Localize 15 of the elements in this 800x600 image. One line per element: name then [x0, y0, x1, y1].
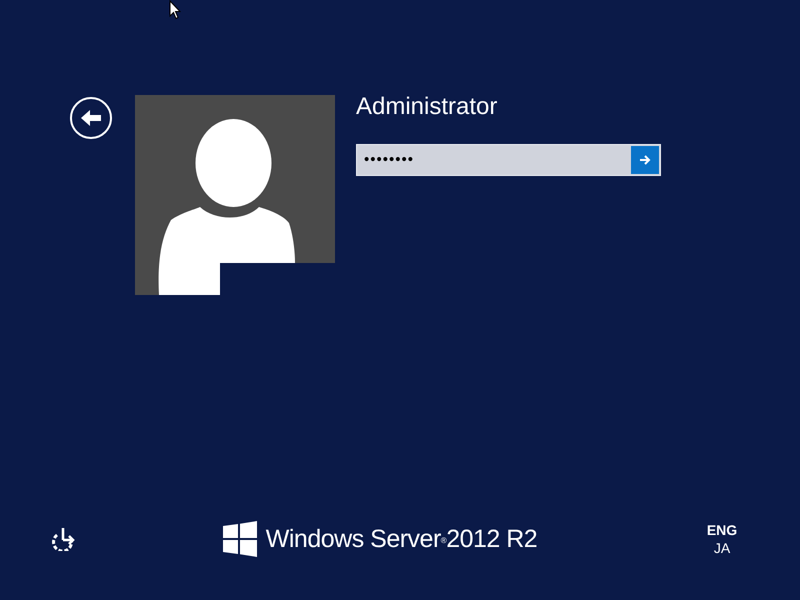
language-code: ENG — [706, 521, 738, 540]
product-name: Windows Server$^{®}$2012 R2 — [266, 524, 538, 554]
user-avatar-icon — [135, 95, 335, 295]
language-indicator[interactable]: ENG JA — [702, 521, 742, 558]
ease-of-access-icon — [51, 527, 77, 552]
back-arrow-icon — [79, 108, 103, 128]
right-arrow-icon — [639, 155, 651, 165]
keyboard-layout: JA — [714, 539, 730, 558]
submit-button[interactable] — [631, 146, 659, 174]
password-field[interactable]: •••••••• — [356, 144, 661, 176]
password-value: •••••••• — [363, 150, 416, 170]
windows-logo-icon — [222, 521, 259, 558]
user-name: Administrator — [356, 93, 498, 121]
mouse-cursor-icon — [169, 0, 181, 20]
back-button[interactable] — [70, 97, 112, 139]
